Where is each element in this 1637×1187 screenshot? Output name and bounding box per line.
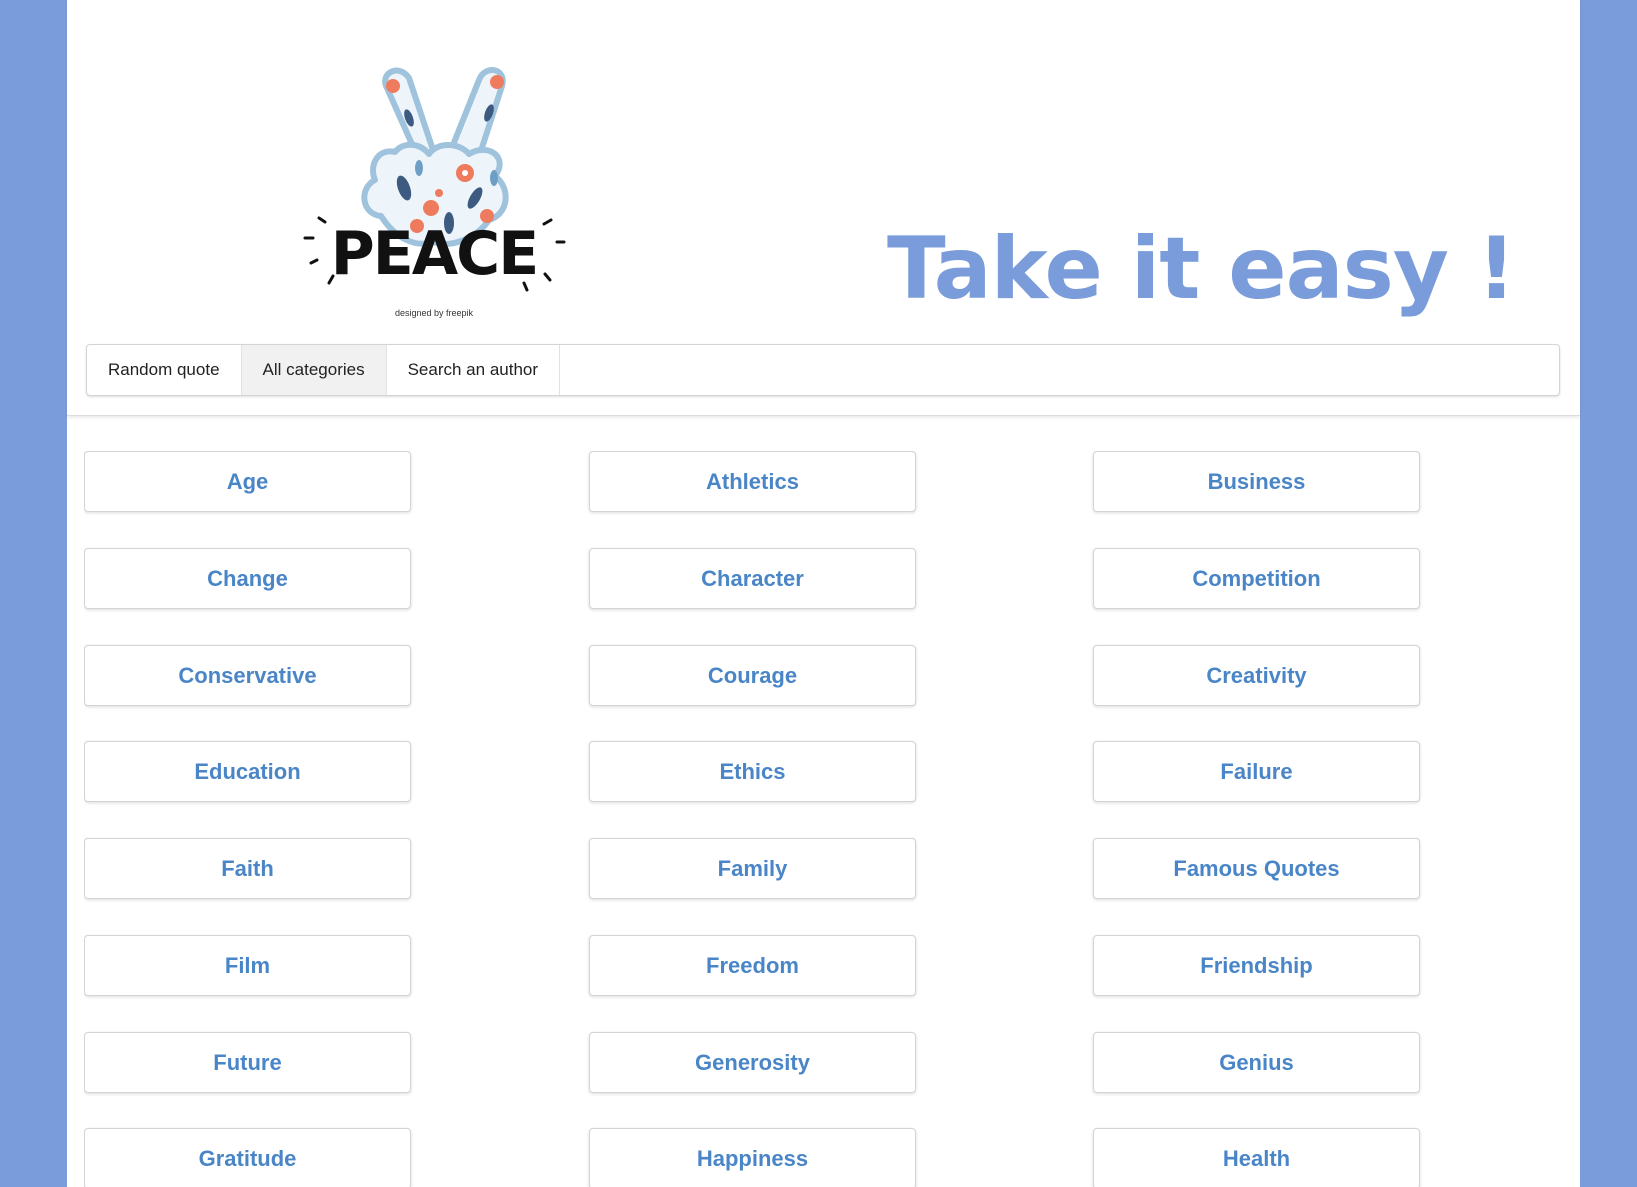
- category-button-health[interactable]: Health: [1093, 1128, 1420, 1187]
- category-button-age[interactable]: Age: [84, 451, 411, 512]
- category-button-happiness[interactable]: Happiness: [589, 1128, 916, 1187]
- site-title: Take it easy !: [887, 219, 1516, 319]
- category-button-freedom[interactable]: Freedom: [589, 935, 916, 996]
- menu-item-random-quote[interactable]: Random quote: [87, 345, 242, 395]
- main-menu: Random quote All categories Search an au…: [86, 344, 1560, 396]
- menu-item-search-author[interactable]: Search an author: [387, 345, 561, 395]
- category-button-business[interactable]: Business: [1093, 451, 1420, 512]
- category-button-future[interactable]: Future: [84, 1032, 411, 1093]
- category-button-ethics[interactable]: Ethics: [589, 741, 916, 802]
- category-button-gratitude[interactable]: Gratitude: [84, 1128, 411, 1187]
- category-button-failure[interactable]: Failure: [1093, 741, 1420, 802]
- category-button-courage[interactable]: Courage: [589, 645, 916, 706]
- category-button-competition[interactable]: Competition: [1093, 548, 1420, 609]
- menu-item-all-categories[interactable]: All categories: [241, 345, 387, 395]
- category-button-generosity[interactable]: Generosity: [589, 1032, 916, 1093]
- logo-text: PEACE: [331, 219, 537, 289]
- category-button-creativity[interactable]: Creativity: [1093, 645, 1420, 706]
- category-button-change[interactable]: Change: [84, 548, 411, 609]
- category-button-family[interactable]: Family: [589, 838, 916, 899]
- category-button-famous-quotes[interactable]: Famous Quotes: [1093, 838, 1420, 899]
- category-button-genius[interactable]: Genius: [1093, 1032, 1420, 1093]
- category-button-conservative[interactable]: Conservative: [84, 645, 411, 706]
- category-button-education[interactable]: Education: [84, 741, 411, 802]
- logo-credit: designed by freepik: [395, 308, 474, 318]
- category-button-character[interactable]: Character: [589, 548, 916, 609]
- site-header: PEACE designed by freepik Take it easy !…: [67, 0, 1580, 416]
- peace-logo: PEACE designed by freepik: [303, 67, 566, 318]
- category-grid: Age Athletics Business Change Character …: [84, 451, 1424, 1187]
- page: PEACE designed by freepik Take it easy !…: [67, 0, 1580, 1187]
- category-button-athletics[interactable]: Athletics: [589, 451, 916, 512]
- category-button-film[interactable]: Film: [84, 935, 411, 996]
- category-button-faith[interactable]: Faith: [84, 838, 411, 899]
- category-button-friendship[interactable]: Friendship: [1093, 935, 1420, 996]
